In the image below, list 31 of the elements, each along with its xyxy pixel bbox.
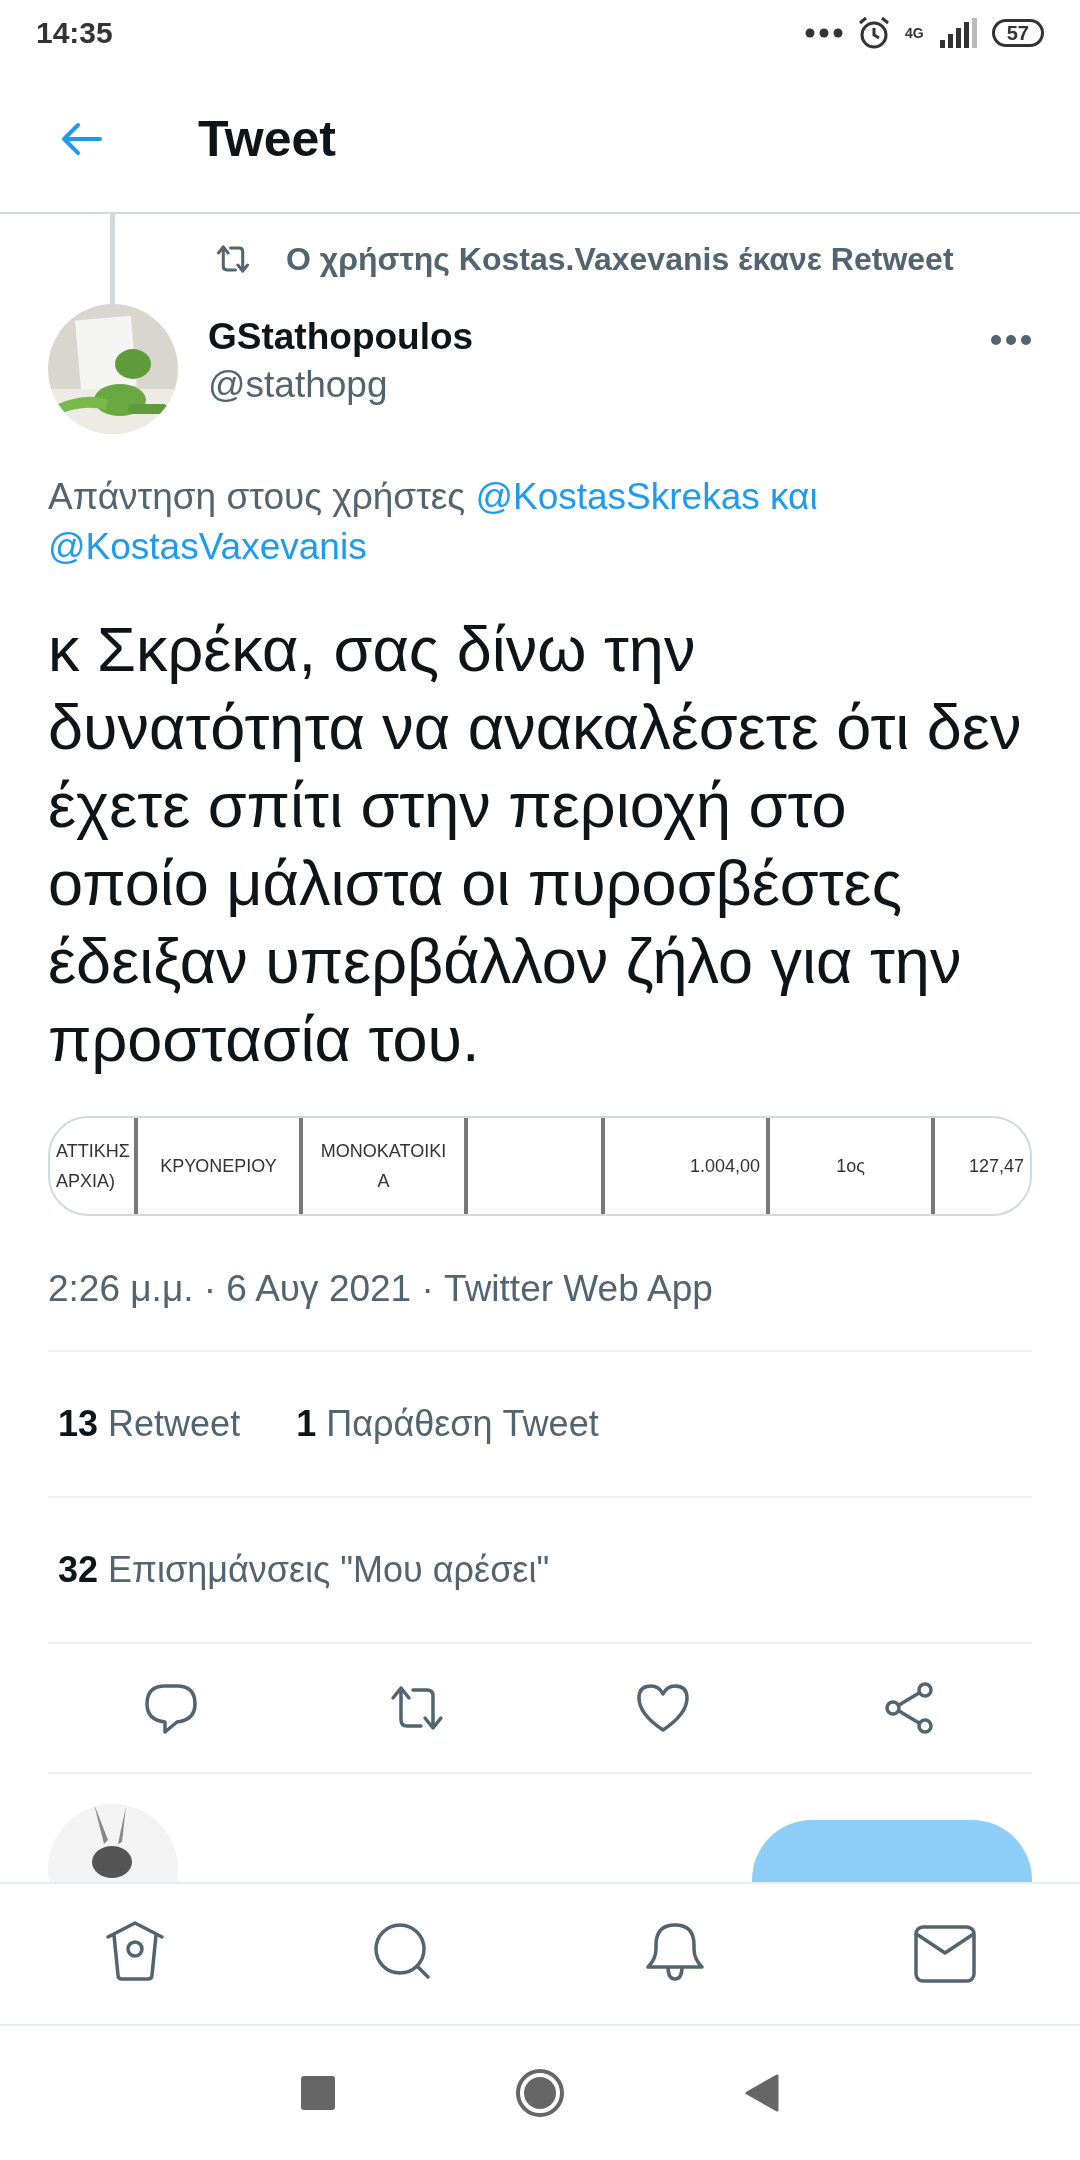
table-cell-text: ΑΤΤΙΚΗΣ [56, 1140, 128, 1163]
tweet-text: κ Σκρέκα, σας δίνω την δυνατότητα να ανακαλέσετε ότι δεν έχετε σπίτι στην περιοχή στο οποίο μάλιστα οι πυροσβέστες έδειξαν υπερβάλλον ζήλο για την προστασία του. [48, 613, 1023, 1076]
attached-table-image[interactable]: ΑΤΤΙΚΗΣ ΑΡΧΙΑ) ΚΡΥΟΝΕΡΙΟΥ ΜΟΝΟΚΑΤΟΙΚΙ Α 1.004,00 1ος 127,47 [48, 1116, 1032, 1216]
network-type: 4G [905, 25, 924, 41]
page-title: Tweet [198, 110, 336, 168]
back-button[interactable] [745, 2074, 779, 2112]
more-dots-icon [805, 28, 844, 38]
author-handle: @stathopg [208, 364, 389, 406]
table-cell-text: 127,47 [967, 1155, 1024, 1178]
retweet-note: Ο χρήστης Kostas.Vaxevanis έκανε Retweet [286, 240, 954, 278]
table-cell-text: 1ος [835, 1155, 866, 1178]
stat-label[interactable]: Retweet [108, 1403, 241, 1444]
stat-label[interactable]: Παράθεση Tweet [326, 1403, 599, 1444]
more-options-icon[interactable] [990, 334, 1032, 346]
alarm-icon [857, 16, 892, 50]
table-cell-text: ΑΡΧΙΑ) [56, 1170, 117, 1193]
table-cell-text: ΚΡΥΟΝΕΡΙΟΥ [159, 1155, 278, 1178]
table-cell-text: ΜΟΝΟΚΑΤΟΙΚΙ [319, 1140, 448, 1163]
stat-count[interactable]: 13 [58, 1403, 99, 1444]
stat-label[interactable]: Επισημάνσεις "Μου αρέσει" [108, 1549, 550, 1590]
author-name[interactable]: GStathopoulos [208, 316, 990, 358]
table-cell-text: Α [376, 1170, 391, 1193]
table-cell-text: 1.004,00 [688, 1155, 760, 1178]
stat-count[interactable]: 1 [296, 1403, 317, 1444]
home-button[interactable] [515, 2068, 565, 2118]
tweet-timestamp: 2:26 μ.μ. · 6 Αυγ 2021 · Twitter Web App [48, 1268, 1032, 1352]
reply-context: Απάντηση στους χρήστες @KostasSkrekas και @KostasVaxevanis [48, 475, 819, 569]
battery-level: 57 [991, 19, 1044, 47]
clock-time: 14:35 [36, 16, 113, 50]
signal-icon [937, 18, 978, 48]
stat-count[interactable]: 32 [58, 1549, 99, 1590]
